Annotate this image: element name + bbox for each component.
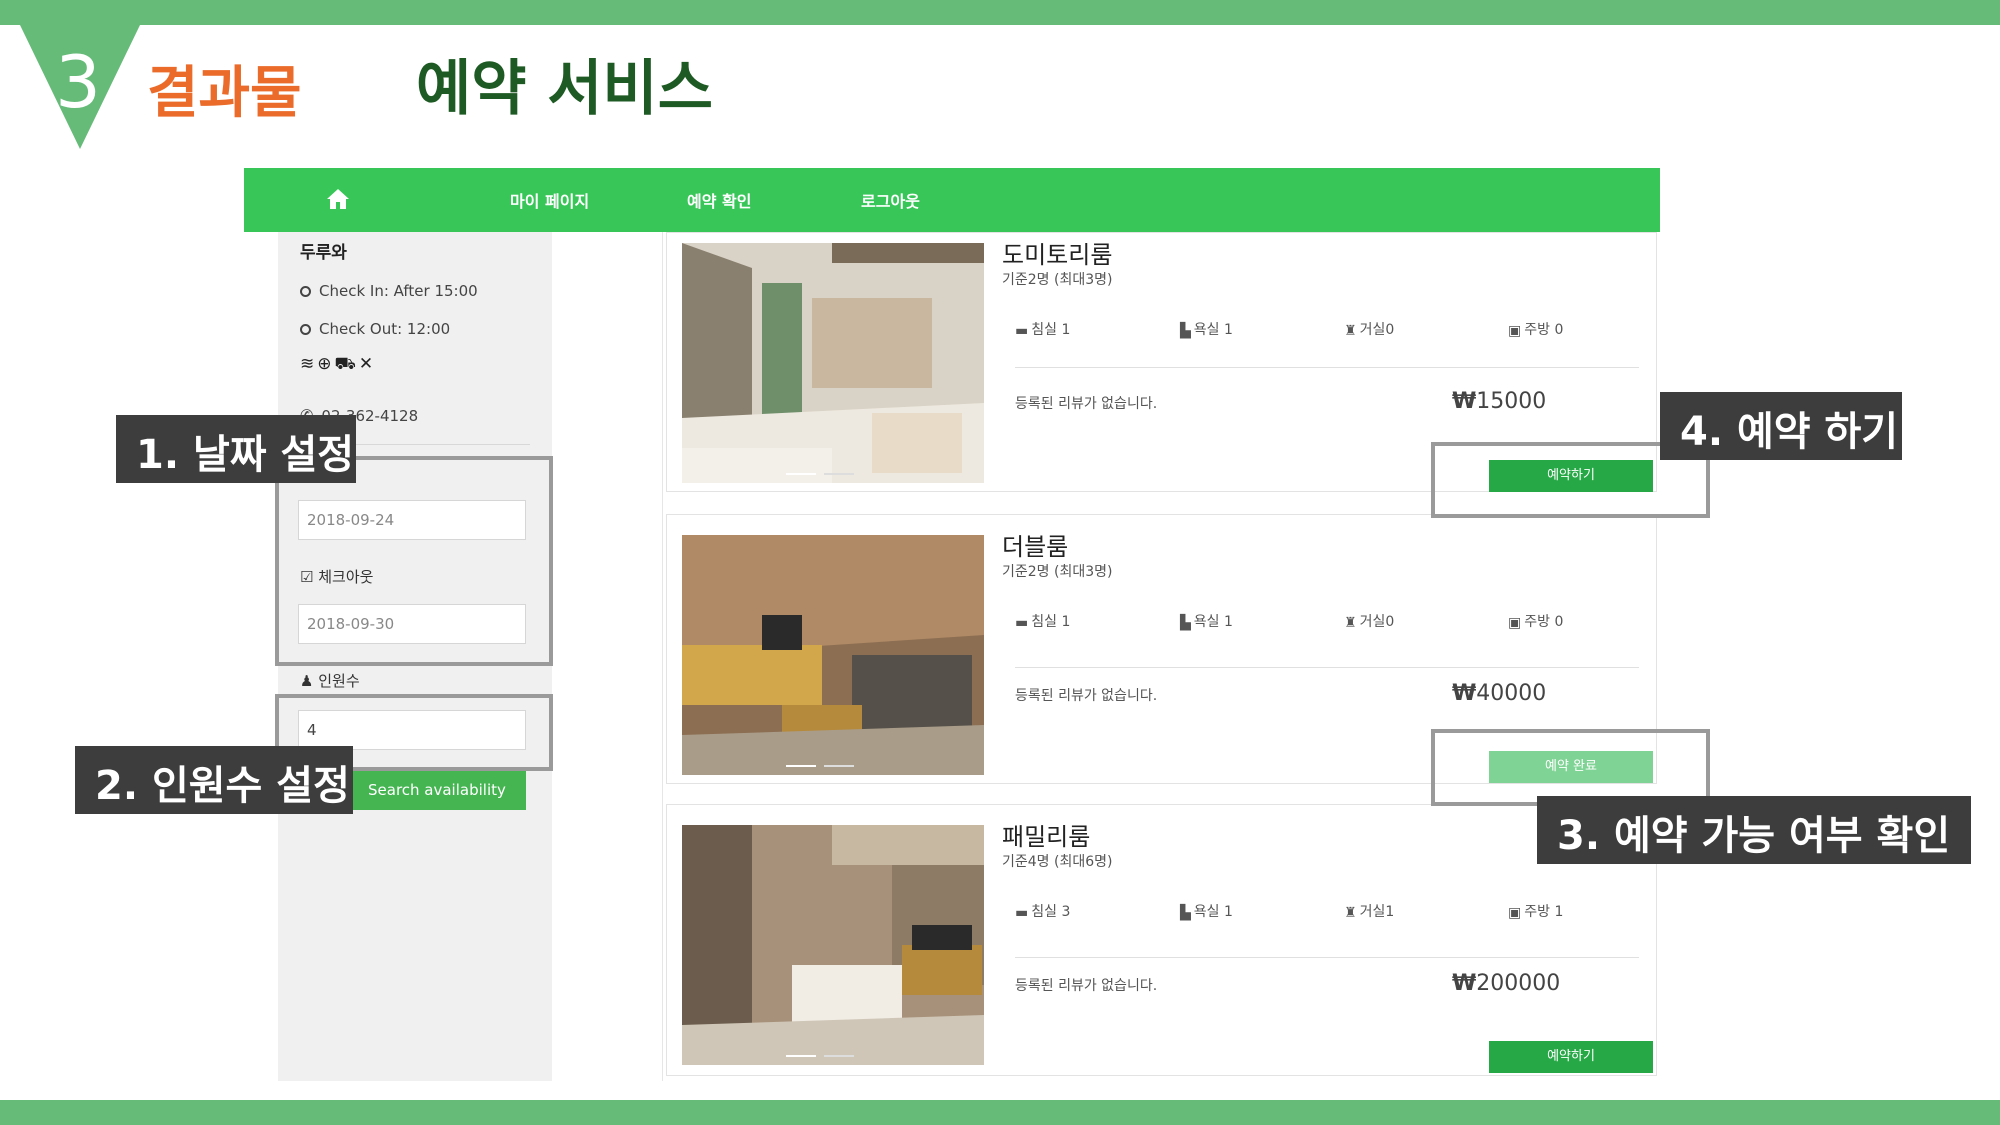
bottom-band: [0, 1100, 2000, 1125]
utensils-icon: ✕: [358, 354, 377, 374]
car-icon: ⛟: [334, 354, 359, 374]
guests-label-row: ♟ 인원수: [300, 670, 360, 691]
room-price: ₩40000: [1452, 681, 1546, 706]
bedroom-count: ▬ 침실 1: [1015, 319, 1070, 339]
bath-icon: ▙: [1180, 905, 1191, 921]
clock-icon: [300, 285, 311, 297]
won-icon: ₩: [1452, 971, 1477, 996]
living-text: 거실0: [1359, 614, 1395, 630]
price-value: 200000: [1476, 971, 1561, 996]
card-divider: [1015, 367, 1639, 368]
room-photo[interactable]: [682, 825, 984, 1065]
check-in-text: Check In: After 15:00: [319, 282, 478, 300]
kitchen-text: 주방 0: [1524, 322, 1564, 338]
room-photo[interactable]: [682, 243, 984, 483]
kitchen-text: 주방 1: [1524, 904, 1564, 920]
home-icon[interactable]: [326, 188, 350, 210]
date-highlight-box: [275, 456, 553, 666]
property-name: 두루와: [300, 243, 347, 263]
review-text: 등록된 리뷰가 없습니다.: [1015, 396, 1158, 412]
fridge-icon: ▣: [1508, 615, 1522, 631]
check-out-info: Check Out: 12:00: [300, 320, 450, 338]
nav-bar: 마이 페이지 예약 확인 로그아웃: [244, 168, 1660, 232]
bathroom-text: 욕실 1: [1193, 322, 1233, 338]
room-capacity: 기준2명 (최대3명): [1002, 564, 1113, 580]
room-name: 도미토리룸: [1002, 241, 1113, 269]
amenities: ≋⊕⛟✕: [300, 354, 376, 376]
fridge-icon: ▣: [1508, 905, 1522, 921]
room-card: 패밀리룸 기준4명 (최대6명) ▬ 침실 3 ▙ 욕실 1 ♜ 거실1 ▣ 주방 1 …: [666, 804, 1657, 1076]
living-text: 거실1: [1359, 904, 1395, 920]
bedroom-count: ▬ 침실 3: [1015, 901, 1070, 921]
bathroom-text: 욕실 1: [1193, 614, 1233, 630]
bath-icon: ▙: [1180, 615, 1191, 631]
globe-icon: ⊕: [317, 354, 335, 374]
bed-icon: ▬: [1015, 905, 1029, 921]
callout-book: 4. 예약 하기: [1660, 392, 1902, 460]
room-name: 더블룸: [1002, 533, 1069, 561]
fridge-icon: ▣: [1508, 323, 1522, 339]
living-text: 거실0: [1359, 322, 1395, 338]
section-number: 3: [55, 40, 101, 124]
callout-availability: 3. 예약 가능 여부 확인: [1537, 796, 1971, 864]
bathroom-text: 욕실 1: [1193, 904, 1233, 920]
bedroom-count: ▬ 침실 1: [1015, 611, 1070, 631]
card-divider: [1015, 667, 1639, 668]
bed-icon: ▬: [1015, 323, 1029, 339]
sofa-icon: ♜: [1344, 905, 1357, 921]
bath-icon: ▙: [1180, 323, 1191, 339]
price-value: 40000: [1476, 681, 1547, 706]
sofa-icon: ♜: [1344, 615, 1357, 631]
clock-icon: [300, 323, 311, 335]
check-in-info: Check In: After 15:00: [300, 282, 478, 300]
bedroom-text: 침실 1: [1031, 614, 1071, 630]
sofa-icon: ♜: [1344, 323, 1357, 339]
availability-highlight-box: [1431, 729, 1710, 806]
won-icon: ₩: [1452, 389, 1477, 414]
guests-label: 인원수: [318, 672, 360, 690]
room-capacity: 기준2명 (최대3명): [1002, 272, 1113, 288]
section-number-badge: 3: [20, 25, 140, 149]
kitchen-text: 주방 0: [1524, 614, 1564, 630]
review-text: 등록된 리뷰가 없습니다.: [1015, 978, 1158, 994]
room-photo[interactable]: [682, 535, 984, 775]
bedroom-text: 침실 1: [1031, 322, 1071, 338]
bathroom-count: ▙ 욕실 1: [1180, 319, 1233, 339]
won-icon: ₩: [1452, 681, 1477, 706]
bathroom-count: ▙ 욕실 1: [1180, 611, 1233, 631]
check-out-text: Check Out: 12:00: [319, 320, 451, 338]
top-band: [0, 0, 2000, 25]
review-text: 등록된 리뷰가 없습니다.: [1015, 688, 1158, 704]
book-button[interactable]: 예약하기: [1489, 1041, 1653, 1073]
room-price: ₩15000: [1452, 389, 1546, 414]
price-value: 15000: [1476, 389, 1547, 414]
card-divider: [1015, 957, 1639, 958]
nav-my-page[interactable]: 마이 페이지: [510, 188, 589, 212]
bedroom-text: 침실 3: [1031, 904, 1071, 920]
kitchen-count: ▣ 주방 0: [1508, 319, 1563, 339]
living-count: ♜ 거실0: [1344, 319, 1394, 339]
room-capacity: 기준4명 (최대6명): [1002, 854, 1113, 870]
nav-reservation-check[interactable]: 예약 확인: [687, 188, 751, 212]
callout-guests: 2. 인원수 설정: [75, 746, 353, 814]
kitchen-count: ▣ 주방 1: [1508, 901, 1563, 921]
room-name: 패밀리룸: [1002, 823, 1091, 851]
bathroom-count: ▙ 욕실 1: [1180, 901, 1233, 921]
living-count: ♜ 거실1: [1344, 901, 1394, 921]
living-count: ♜ 거실0: [1344, 611, 1394, 631]
bed-icon: ▬: [1015, 615, 1029, 631]
wifi-icon: ≋: [300, 354, 318, 374]
callout-date: 1. 날짜 설정: [116, 415, 356, 483]
person-icon: ♟: [300, 672, 314, 690]
kitchen-count: ▣ 주방 0: [1508, 611, 1563, 631]
room-price: ₩200000: [1452, 971, 1560, 996]
page-title: 예약 서비스: [416, 54, 713, 124]
nav-logout[interactable]: 로그아웃: [861, 188, 920, 212]
section-title: 결과물: [147, 61, 302, 126]
